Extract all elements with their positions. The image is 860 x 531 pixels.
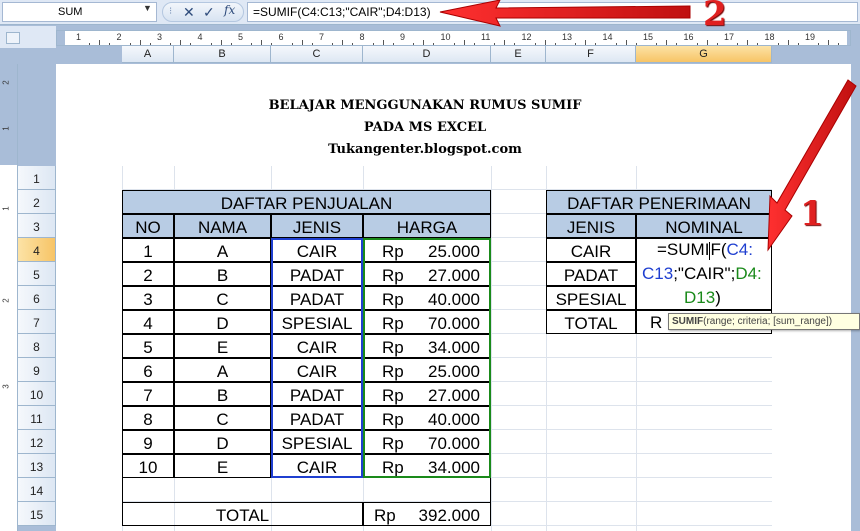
annotation-label-2: 2 bbox=[703, 0, 727, 34]
excel-window: { "formula_bar": { "name_box": "SUM", "c… bbox=[0, 0, 860, 531]
annotation-arrows bbox=[439, 0, 857, 252]
annotation-label-1: 1 bbox=[800, 194, 824, 234]
arrow-2 bbox=[439, 0, 691, 27]
